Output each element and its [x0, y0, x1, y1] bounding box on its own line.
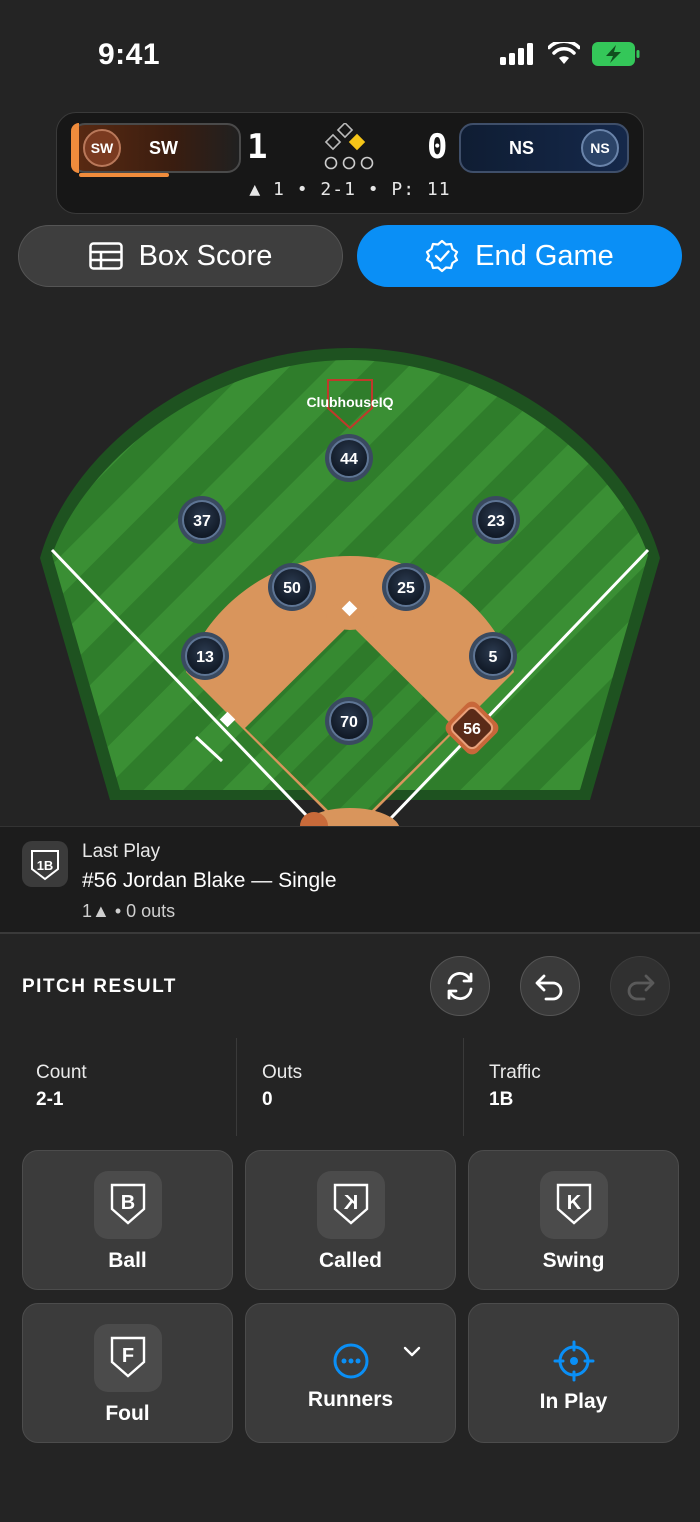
away-team-badge: SW: [83, 129, 121, 167]
count-stat: Count 2-1: [36, 1038, 262, 1136]
away-score: 1: [247, 127, 268, 167]
divider: [236, 1038, 237, 1136]
svg-text:1B: 1B: [37, 858, 54, 873]
foul-icon: F: [94, 1324, 162, 1392]
battery-charging-icon: [592, 42, 640, 66]
count-label: Count: [36, 1062, 87, 1083]
home-team-badge: NS: [581, 129, 619, 167]
inning-count-pitches: ▲ 1 • 2-1 • P: 11: [249, 179, 451, 200]
svg-text:K: K: [567, 1192, 582, 1214]
field-diagram: ClubhouseIQ 44 37 23 50 25 13 5 70 56: [40, 348, 660, 827]
fielder-badge[interactable]: 5: [469, 632, 517, 680]
more-dots-icon: [333, 1343, 369, 1379]
foul-button[interactable]: F Foul: [22, 1303, 233, 1443]
bases-count-indicator: [324, 123, 374, 170]
svg-text:13: 13: [196, 649, 214, 666]
status-icons: [500, 42, 640, 66]
count-value: 2-1: [36, 1089, 64, 1110]
home-score: 0: [427, 127, 448, 167]
home-team-pill[interactable]: NS NS: [459, 123, 629, 173]
fielder-badge[interactable]: 25: [382, 563, 430, 611]
svg-text:50: 50: [283, 580, 301, 597]
divider: [463, 1038, 464, 1136]
svg-text:B: B: [121, 1192, 135, 1214]
svg-text:F: F: [122, 1345, 134, 1367]
called-label: Called: [318, 1249, 383, 1272]
last-play-detail: 1▲ • 0 outs: [82, 901, 176, 921]
foul-label: Foul: [105, 1402, 150, 1425]
last-play-description: #56 Jordan Blake — Single: [82, 869, 337, 892]
signal-icon: [500, 43, 533, 65]
pitch-result-title: PITCH RESULT: [22, 976, 177, 997]
switch-sides-button[interactable]: [430, 956, 490, 1016]
refresh-icon: [447, 971, 473, 1001]
outs-value: 0: [262, 1089, 273, 1110]
away-team-pill[interactable]: SW SW: [71, 123, 241, 177]
svg-text:23: 23: [487, 513, 505, 530]
box-score-button[interactable]: Box Score: [18, 225, 343, 287]
away-team-abbr: SW: [149, 137, 178, 158]
ball-button[interactable]: B Ball: [22, 1150, 233, 1290]
chevron-down-icon: [403, 1346, 421, 1357]
fielder-badge[interactable]: 50: [268, 563, 316, 611]
wifi-icon: [548, 42, 580, 64]
table-icon: [88, 242, 123, 270]
box-score-label: Box Score: [138, 239, 273, 272]
swing-label: Swing: [542, 1249, 605, 1272]
fielder-badge[interactable]: 70: [325, 697, 373, 745]
svg-text:25: 25: [397, 580, 415, 597]
called-strike-button[interactable]: K Called: [245, 1150, 456, 1290]
svg-text:K: K: [343, 1192, 358, 1214]
end-game-label: End Game: [475, 239, 614, 272]
last-play-title: Last Play: [82, 841, 161, 862]
in-play-label: In Play: [539, 1390, 608, 1413]
traffic-value: 1B: [489, 1089, 514, 1110]
svg-text:37: 37: [193, 513, 211, 530]
runners-button[interactable]: Runners: [245, 1303, 456, 1443]
single-base-icon: 1B: [22, 841, 68, 887]
called-strike-icon: K: [317, 1171, 385, 1239]
clock: 9:41: [98, 38, 161, 71]
svg-text:56: 56: [463, 721, 481, 738]
brand-logo: ClubhouseIQ: [306, 394, 393, 410]
scoreboard: SW SW 1 0 NS NS ▲ 1 • 2-1 • P: 11: [56, 112, 644, 214]
end-game-button[interactable]: End Game: [357, 225, 682, 287]
ball-label: Ball: [108, 1249, 147, 1272]
runners-label: Runners: [307, 1388, 394, 1411]
fielder-badge[interactable]: 37: [178, 496, 226, 544]
undo-button[interactable]: [520, 956, 580, 1016]
fielder-badge[interactable]: 23: [472, 496, 520, 544]
outs-stat: Outs 0: [262, 1038, 488, 1136]
undo-icon: [535, 974, 563, 1001]
game-state-stats: Count 2-1 Outs 0 Traffic 1B: [0, 1038, 700, 1136]
checkmark-seal-icon: [426, 239, 459, 273]
fielder-badge[interactable]: 13: [181, 632, 229, 680]
swinging-strike-button[interactable]: K Swing: [468, 1150, 679, 1290]
svg-text:70: 70: [340, 714, 358, 731]
home-team-abbr: NS: [509, 137, 535, 158]
traffic-stat: Traffic 1B: [489, 1038, 700, 1136]
swinging-strike-icon: K: [540, 1171, 608, 1239]
ball-icon: B: [94, 1171, 162, 1239]
outs-label: Outs: [262, 1062, 303, 1083]
redo-icon: [627, 974, 655, 1001]
fielder-badge[interactable]: 44: [325, 434, 373, 482]
status-bar: 9:41: [0, 0, 700, 100]
last-play-panel[interactable]: 1B Last Play #56 Jordan Blake — Single 1…: [0, 826, 700, 934]
svg-text:44: 44: [340, 451, 358, 468]
traffic-label: Traffic: [489, 1062, 541, 1083]
crosshair-icon: [553, 1340, 595, 1382]
redo-button[interactable]: [610, 956, 670, 1016]
baseball-field[interactable]: ClubhouseIQ 44 37 23 50 25 13 5 70 56: [0, 300, 700, 827]
in-play-button[interactable]: In Play: [468, 1303, 679, 1443]
action-buttons: Box Score End Game: [18, 225, 682, 287]
svg-text:5: 5: [489, 649, 498, 666]
